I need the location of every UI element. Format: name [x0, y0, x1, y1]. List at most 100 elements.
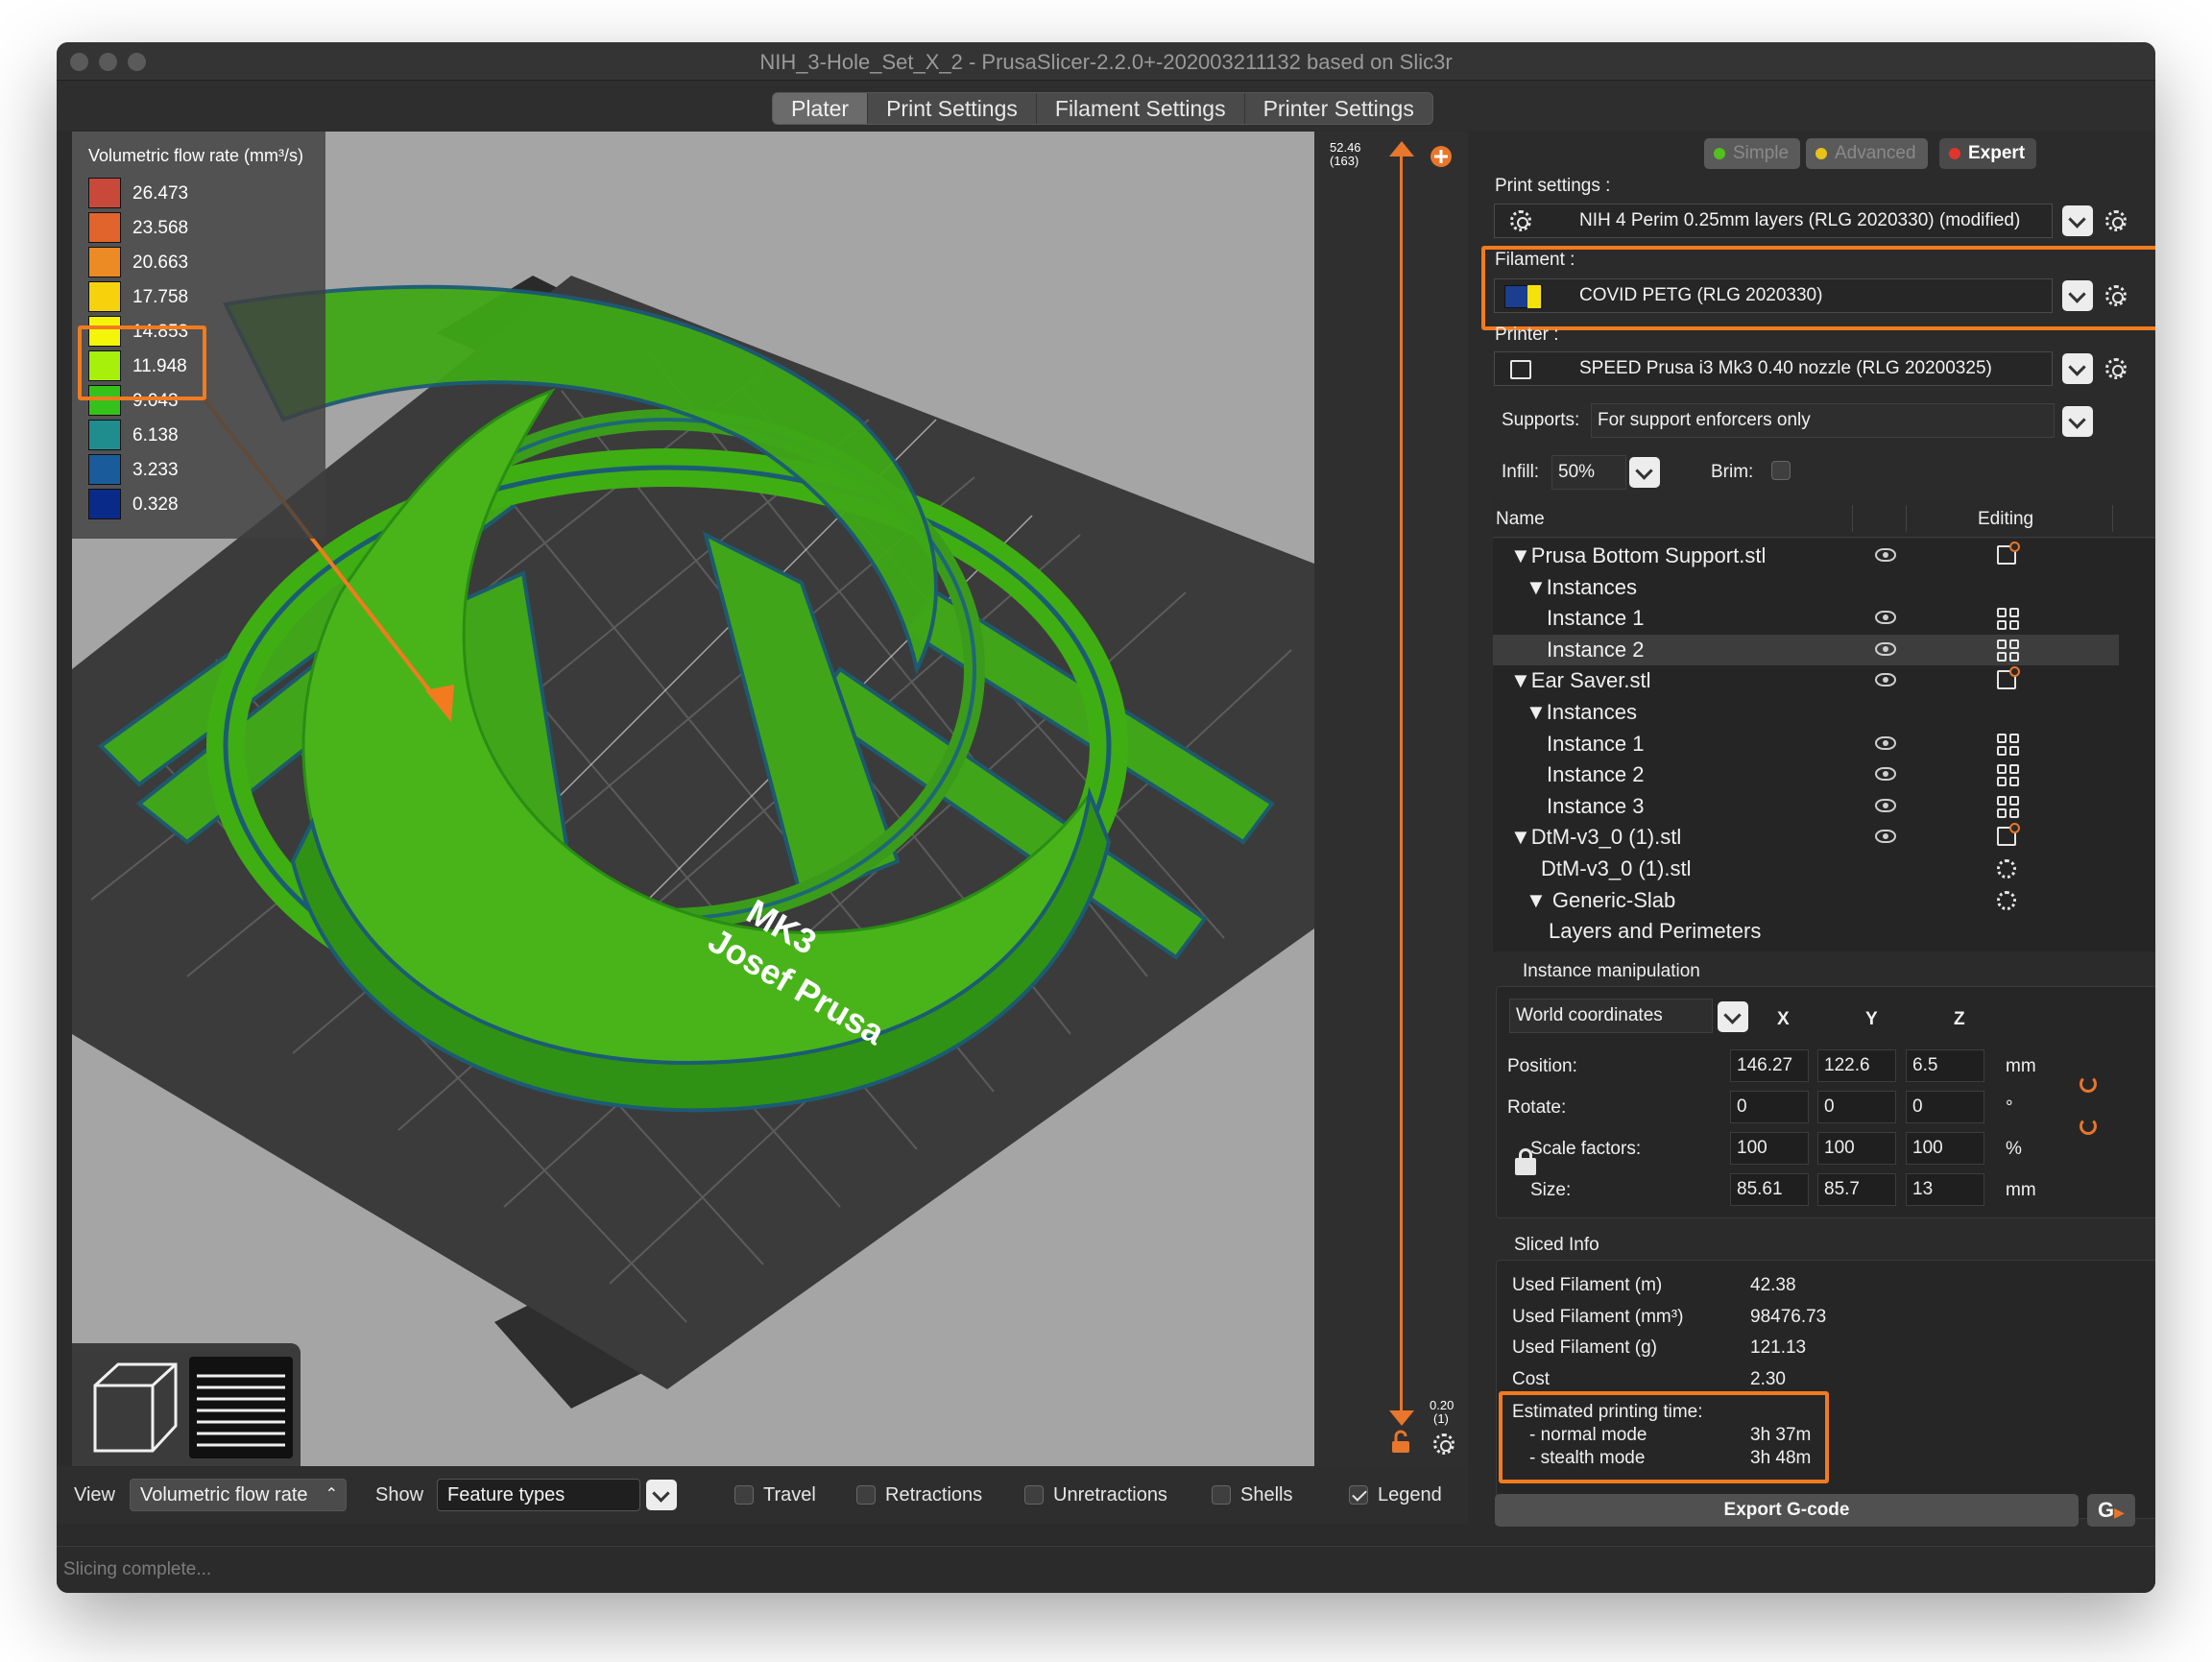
print-settings-select[interactable]: NIH 4 Perim 0.25mm layers (RLG 2020330) …	[1494, 204, 2053, 238]
tree-row[interactable]: Instance 2	[1493, 634, 2119, 665]
instance-grid-icon[interactable]	[1997, 795, 2020, 819]
manipulation-field-z[interactable]: 13	[1906, 1173, 1984, 1206]
upper-thumb-icon[interactable]	[1387, 139, 1416, 158]
view-type-select[interactable]: Volumetric flow rate ⌃	[130, 1479, 347, 1511]
lower-thumb-icon[interactable]	[1387, 1409, 1416, 1428]
infill-dropdown-button[interactable]	[1629, 457, 1660, 488]
export-gcode-button[interactable]: Export G-code	[1495, 1494, 2079, 1527]
visibility-eye-icon[interactable]	[1875, 830, 1896, 844]
visibility-eye-icon[interactable]	[1875, 548, 1896, 562]
slider-top-layer: (163)	[1330, 154, 1359, 168]
settings-gear-icon[interactable]	[1997, 859, 2016, 879]
legend-value: 26.473	[132, 183, 189, 204]
printer-dropdown-button[interactable]	[2062, 353, 2093, 384]
edit-object-icon[interactable]	[1997, 542, 2020, 565]
brim-checkbox[interactable]	[1771, 461, 1791, 480]
mode-advanced-button[interactable]: Advanced	[1806, 138, 1928, 169]
sliced-info-label: Used Filament (m)	[1512, 1275, 1663, 1295]
manipulation-field-y[interactable]: 122.6	[1817, 1049, 1896, 1082]
tree-row[interactable]: Instance 1	[1493, 729, 2119, 759]
tree-row-label: Instance 3	[1547, 793, 1645, 818]
mode-simple-button[interactable]: Simple	[1704, 138, 1801, 169]
sliced-info-value: 42.38	[1750, 1275, 1796, 1295]
supports-dropdown-button[interactable]	[2062, 406, 2093, 437]
unlock-icon[interactable]	[1389, 1430, 1412, 1455]
visibility-eye-icon[interactable]	[1875, 641, 1896, 656]
manipulation-field-y[interactable]: 85.7	[1817, 1173, 1896, 1206]
manipulation-field-z[interactable]: 100	[1906, 1132, 1984, 1165]
slider-settings-gear-icon[interactable]	[1433, 1433, 1455, 1455]
mode-expert-button[interactable]: Expert	[1939, 138, 2037, 169]
3d-view-cube-icon[interactable]	[82, 1357, 185, 1458]
tree-row[interactable]: ▼DtM-v3_0 (1).stl	[1493, 822, 2119, 853]
instance-grid-icon[interactable]	[1997, 733, 2020, 757]
mode-advanced-label: Advanced	[1835, 143, 1916, 163]
tab-filament-settings[interactable]: Filament Settings	[1037, 93, 1245, 124]
visibility-eye-icon[interactable]	[1875, 735, 1896, 750]
lock-scale-icon[interactable]	[1515, 1148, 1536, 1175]
visibility-eye-icon[interactable]	[1875, 767, 1896, 782]
manipulation-field-z[interactable]: 6.5	[1906, 1049, 1984, 1082]
shells-checkbox[interactable]	[1212, 1485, 1231, 1505]
mode-simple-label: Simple	[1733, 143, 1790, 163]
tree-row[interactable]: ▼Prusa Bottom Support.stl	[1493, 541, 2119, 571]
layer-slider-track[interactable]	[1400, 151, 1403, 1414]
reset-scale-icon[interactable]	[2080, 1118, 2097, 1135]
tree-row[interactable]: ▼Instances	[1493, 697, 2119, 728]
print-settings-edit-gear-icon[interactable]	[2105, 210, 2127, 231]
tree-row[interactable]: Instance 3	[1493, 791, 2119, 822]
object-list[interactable]: ▼Prusa Bottom Support.stl ▼Instances Insta…	[1493, 539, 2155, 951]
manipulation-field-x[interactable]: 100	[1730, 1132, 1809, 1165]
edit-object-icon[interactable]	[1997, 823, 2020, 847]
tree-row[interactable]: ▼Ear Saver.stl	[1493, 665, 2119, 696]
tree-row[interactable]: Layers and Perimeters	[1493, 916, 2119, 947]
legend-checkbox[interactable]	[1349, 1485, 1368, 1505]
send-gcode-button[interactable]: G▶	[2087, 1494, 2135, 1527]
layers-view-icon[interactable]	[189, 1357, 293, 1458]
edit-object-icon[interactable]	[1997, 666, 2020, 690]
manipulation-field-x[interactable]: 85.61	[1730, 1173, 1809, 1206]
supports-select[interactable]: For support enforcers only	[1591, 403, 2055, 438]
filament-dropdown-button[interactable]	[2062, 280, 2093, 311]
show-feature-select[interactable]: Feature types	[437, 1479, 640, 1511]
show-feature-dropdown-button[interactable]	[646, 1480, 677, 1510]
manipulation-field-x[interactable]: 146.27	[1730, 1049, 1809, 1082]
tree-row[interactable]: DtM-v3_0 (1).stl	[1493, 854, 2119, 884]
tab-plater[interactable]: Plater	[773, 93, 869, 124]
manipulation-field-x[interactable]: 0	[1730, 1091, 1809, 1123]
coordinate-system-select[interactable]: World coordinates	[1509, 999, 1713, 1033]
stealth-mode-label: - stealth mode	[1529, 1448, 1646, 1468]
instance-grid-icon[interactable]	[1997, 638, 2020, 662]
unretractions-checkbox[interactable]	[1024, 1485, 1044, 1505]
settings-gear-icon[interactable]	[1997, 890, 2016, 910]
filament-select[interactable]: COVID PETG (RLG 2020330)	[1494, 278, 2053, 313]
tab-printer-settings[interactable]: Printer Settings	[1245, 93, 1432, 124]
tree-row[interactable]: Instance 1	[1493, 603, 2119, 634]
manipulation-field-y[interactable]: 0	[1817, 1091, 1896, 1123]
tab-strip: Plater Print Settings Filament Settings …	[57, 81, 2155, 131]
filament-edit-gear-icon[interactable]	[2105, 285, 2127, 306]
visibility-eye-icon[interactable]	[1875, 611, 1896, 625]
3d-preview-canvas[interactable]: MK3 Josef Prusa Volumetric flow rate (mm…	[72, 132, 1314, 1466]
reset-rotation-icon[interactable]	[2080, 1075, 2097, 1093]
tree-row[interactable]: Instance 2	[1493, 759, 2119, 790]
visibility-eye-icon[interactable]	[1875, 798, 1896, 812]
manipulation-field-z[interactable]: 0	[1906, 1091, 1984, 1123]
legend-swatch	[88, 281, 121, 312]
infill-select[interactable]: 50%	[1551, 455, 1626, 490]
printer-select[interactable]: SPEED Prusa i3 Mk3 0.40 nozzle (RLG 2020…	[1494, 351, 2053, 386]
instance-grid-icon[interactable]	[1997, 608, 2020, 631]
manipulation-field-y[interactable]: 100	[1817, 1132, 1896, 1165]
tree-row[interactable]: ▼Instances	[1493, 572, 2119, 603]
add-color-change-icon[interactable]	[1430, 145, 1453, 168]
printer-edit-gear-icon[interactable]	[2105, 358, 2127, 379]
tree-row[interactable]: ▼ Generic-Slab	[1493, 885, 2119, 916]
print-settings-dropdown-button[interactable]	[2062, 205, 2093, 236]
travel-checkbox[interactable]	[734, 1485, 754, 1505]
instance-grid-icon[interactable]	[1997, 764, 2020, 787]
coordinate-system-dropdown-button[interactable]	[1718, 1001, 1748, 1032]
visibility-eye-icon[interactable]	[1875, 673, 1896, 687]
tab-print-settings[interactable]: Print Settings	[868, 93, 1037, 124]
manipulation-unit: %	[2006, 1139, 2022, 1159]
retractions-checkbox[interactable]	[856, 1485, 876, 1505]
